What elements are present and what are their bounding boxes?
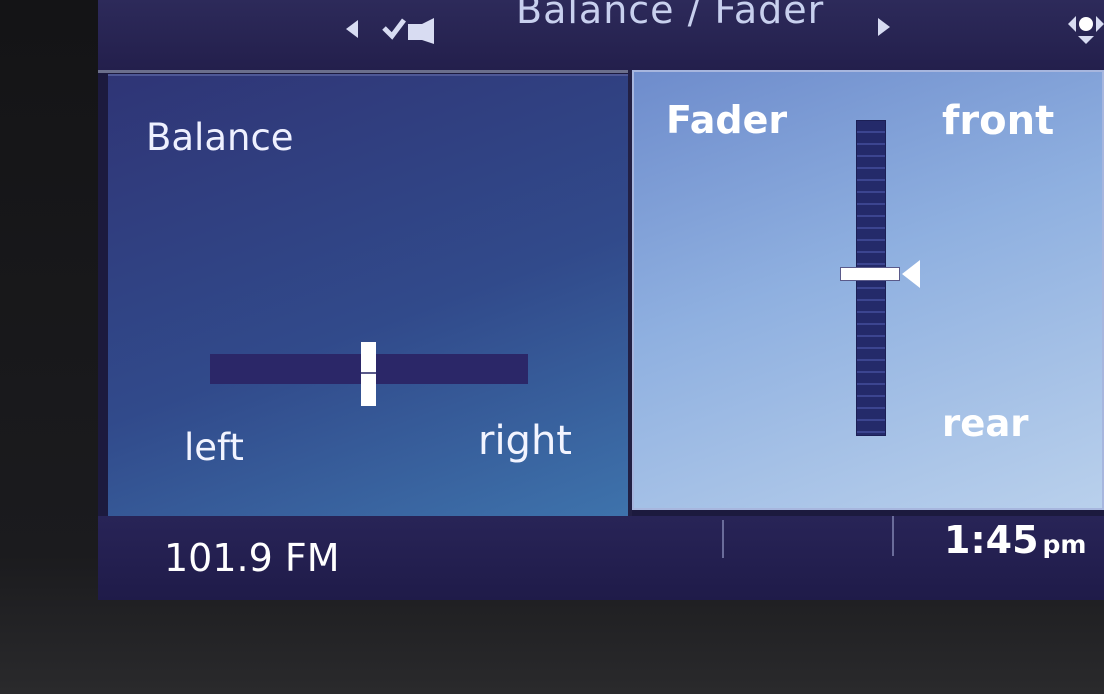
clock-ampm: pm <box>1042 530 1087 559</box>
rear-label: rear <box>942 402 1029 445</box>
joystick-icon[interactable] <box>1066 4 1104 46</box>
status-bar: 101.9 FM 1:45 pm <box>98 516 1104 600</box>
check-icon[interactable] <box>382 14 438 44</box>
fader-panel: Fader front rear <box>632 70 1104 510</box>
front-label: front <box>942 98 1055 144</box>
fader-slider-thumb[interactable] <box>840 266 900 281</box>
fader-pointer-icon <box>902 259 920 288</box>
left-label: left <box>184 426 244 469</box>
clock: 1:45 pm <box>944 518 1086 562</box>
balance-slider-thumb[interactable] <box>361 342 376 406</box>
page-title: Balance / Fader <box>516 0 825 32</box>
arrow-right-icon[interactable] <box>878 18 890 36</box>
status-divider <box>892 516 894 556</box>
balance-label: Balance <box>146 116 294 159</box>
status-divider <box>722 520 724 558</box>
clock-time: 1:45 <box>944 518 1039 562</box>
right-label: right <box>478 418 572 464</box>
radio-station: 101.9 FM <box>164 536 340 580</box>
infotainment-screen: Balance / Fader Balance left right Fader… <box>98 0 1104 600</box>
fader-label: Fader <box>666 98 788 142</box>
header-bar: Balance / Fader <box>98 0 1104 73</box>
arrow-left-icon[interactable] <box>346 20 358 38</box>
balance-panel: Balance left right <box>108 74 628 518</box>
